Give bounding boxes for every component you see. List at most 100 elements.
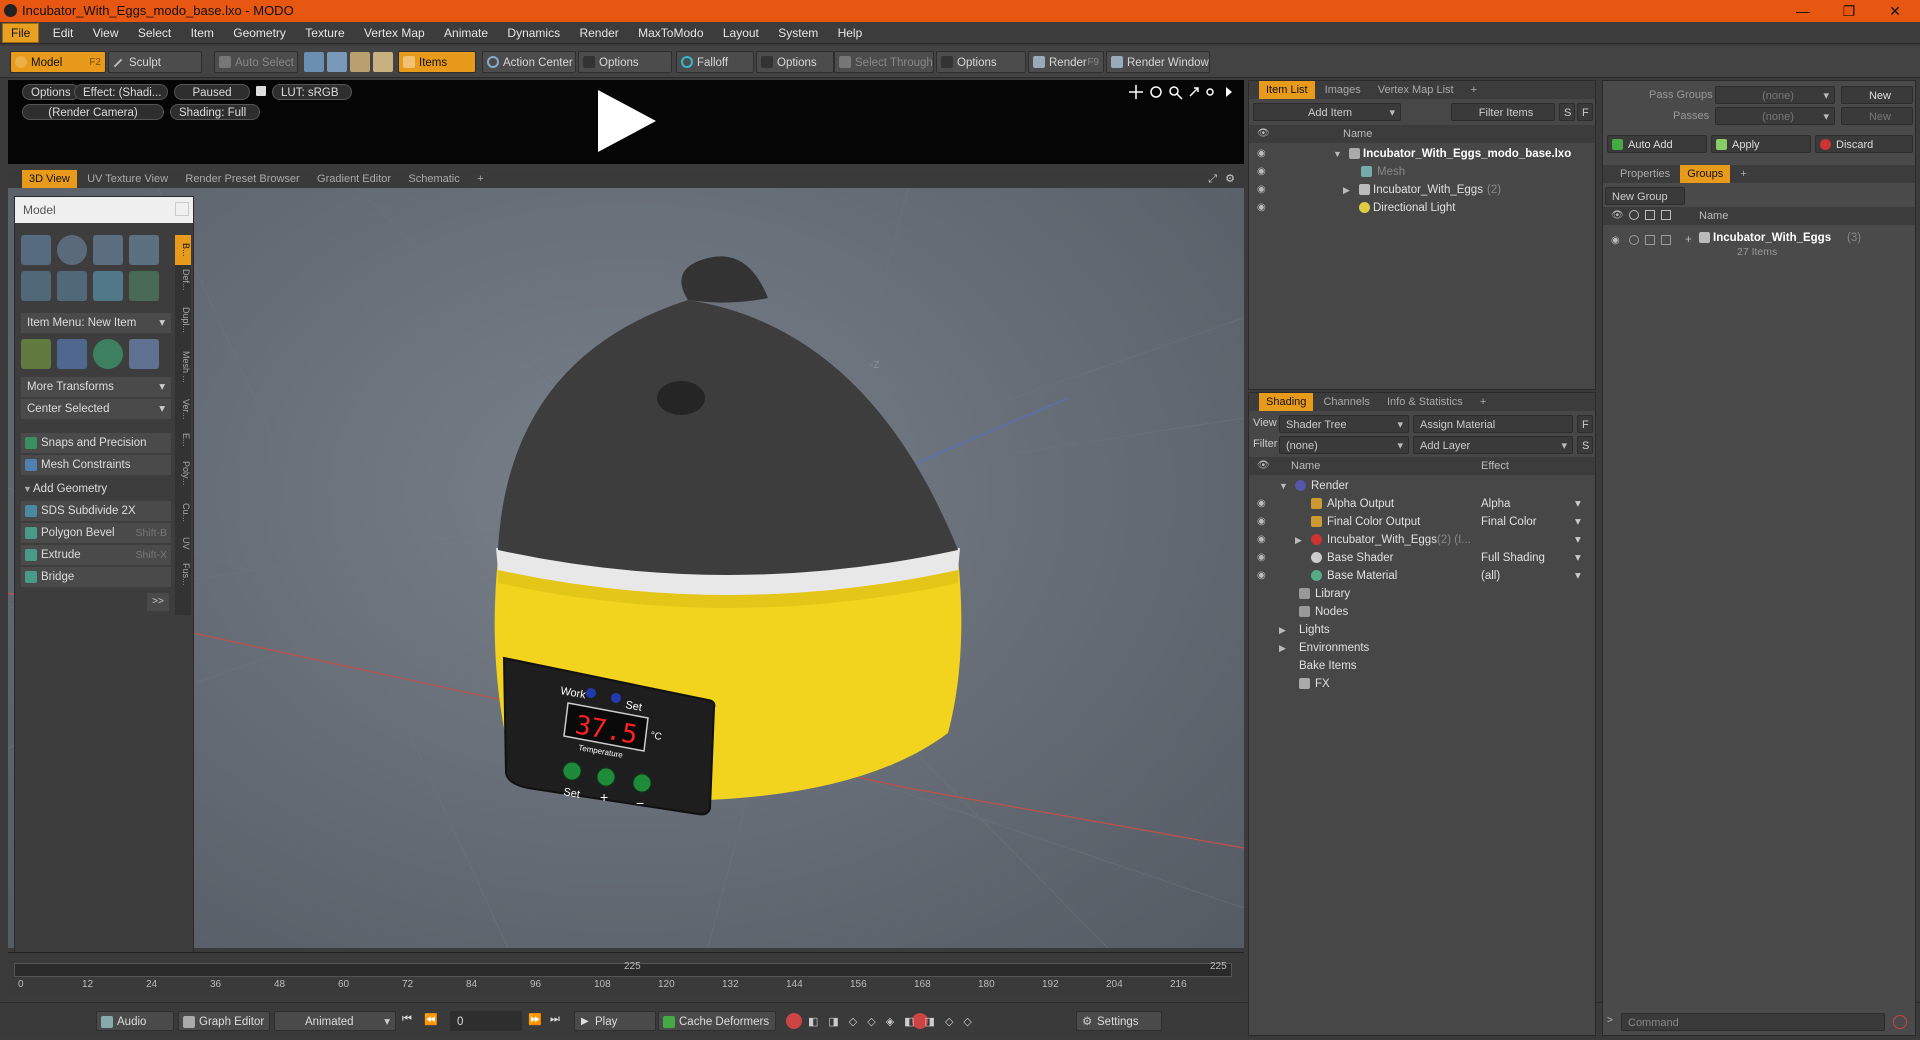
- next-key-icon[interactable]: ⏩: [528, 1013, 544, 1029]
- set-knob[interactable]: [562, 761, 582, 781]
- eye-icon[interactable]: ◉: [1257, 166, 1269, 178]
- torus-icon[interactable]: [21, 271, 51, 301]
- eye-icon[interactable]: ◉: [1257, 148, 1269, 160]
- items-mode-button[interactable]: Items: [398, 51, 476, 73]
- tab-item-list[interactable]: Item List: [1259, 81, 1315, 99]
- maximize-icon[interactable]: ❐: [1826, 0, 1872, 22]
- expand-arrow-icon[interactable]: ▶: [1343, 181, 1350, 199]
- shader-row-incubator[interactable]: ◉ ▶ Incubator_With_Eggs (2) (I... ▾: [1249, 531, 1595, 549]
- shader-tree-dropdown[interactable]: Shader Tree: [1279, 415, 1409, 434]
- preview-options-button[interactable]: Options: [22, 84, 80, 100]
- play-icon[interactable]: [590, 86, 660, 156]
- tab-render-preset-browser[interactable]: Render Preset Browser: [178, 170, 306, 188]
- side-tab-fusion[interactable]: Fus...: [175, 563, 191, 599]
- plane-icon[interactable]: [129, 339, 159, 369]
- side-tab-polygon[interactable]: Poly...: [175, 461, 191, 499]
- new-pass-button[interactable]: New: [1841, 107, 1913, 125]
- passes-dropdown[interactable]: (none): [1715, 107, 1835, 126]
- add-layer-dropdown[interactable]: Add Layer: [1413, 436, 1573, 455]
- side-tab-curve[interactable]: Cu...: [175, 503, 191, 533]
- expand-arrow-icon[interactable]: ▼: [1279, 477, 1288, 495]
- side-tab-mesh[interactable]: Mesh ...: [175, 351, 191, 395]
- render-window-button[interactable]: Render Window: [1106, 51, 1210, 73]
- menu-vertex-map[interactable]: Vertex Map: [356, 22, 433, 44]
- side-tab-duplicate[interactable]: Dupl...: [175, 307, 191, 347]
- shader-row-final-color[interactable]: ◉ Final Color Output Final Color ▾: [1249, 513, 1595, 531]
- falloff-options-button[interactable]: Options: [756, 51, 834, 73]
- menu-texture[interactable]: Texture: [297, 22, 352, 44]
- tab-images[interactable]: Images: [1318, 81, 1368, 99]
- mesh-constraints-button[interactable]: Mesh Constraints: [21, 455, 171, 475]
- plus-knob[interactable]: [596, 767, 616, 787]
- timeline[interactable]: 0 12 24 36 48 60 72 84 96 108 120 132 14…: [8, 952, 1244, 994]
- item-menu-dropdown[interactable]: Item Menu: New Item: [21, 313, 171, 333]
- shader-row-base-material[interactable]: ◉ Base Material (all) ▾: [1249, 567, 1595, 585]
- settings-button[interactable]: ⚙ Settings: [1076, 1011, 1162, 1031]
- assign-material-button[interactable]: Assign Material: [1413, 415, 1573, 433]
- pass-groups-dropdown[interactable]: (none): [1715, 86, 1835, 105]
- cylinder-icon[interactable]: [93, 235, 123, 265]
- expand-arrow-icon[interactable]: ▶: [1279, 639, 1286, 657]
- auto-add-button[interactable]: Auto Add: [1607, 135, 1707, 153]
- select-through-button[interactable]: Select Through: [834, 51, 934, 73]
- go-start-icon[interactable]: ⏮: [402, 1013, 418, 1029]
- pen-icon[interactable]: [93, 271, 123, 301]
- sculpt-mode-button[interactable]: Sculpt: [108, 51, 202, 73]
- tab-schematic[interactable]: Schematic: [401, 170, 466, 188]
- tab-3d-view[interactable]: 3D View: [22, 170, 77, 188]
- new-pass-group-button[interactable]: New: [1841, 86, 1913, 104]
- render-toggle-icon[interactable]: [1629, 235, 1639, 245]
- preview-effect-dropdown[interactable]: Effect: (Shadi...: [74, 84, 168, 100]
- polygon-bevel-button[interactable]: Polygon Bevel Shift-B: [21, 523, 171, 543]
- add-item-dropdown[interactable]: Add Item: [1253, 103, 1401, 122]
- side-tab-basic[interactable]: B...: [175, 235, 191, 265]
- record-icon[interactable]: [786, 1013, 802, 1029]
- effect-dropdown[interactable]: (all): [1481, 567, 1500, 585]
- add-panel-tab[interactable]: +: [1473, 393, 1493, 411]
- panel-close-icon[interactable]: [175, 202, 189, 216]
- lut-dropdown[interactable]: LUT: sRGB: [272, 84, 352, 100]
- preview-paused-button[interactable]: Paused: [174, 84, 250, 100]
- filter-dropdown[interactable]: (none): [1279, 436, 1409, 455]
- timeline-track[interactable]: [14, 963, 1232, 977]
- frame-input[interactable]: 0: [450, 1011, 522, 1031]
- filter-items-input[interactable]: Filter Items: [1451, 103, 1555, 121]
- side-tab-uv[interactable]: UV: [175, 537, 191, 559]
- sphere-icon[interactable]: [57, 235, 87, 265]
- incubator-dome[interactable]: [498, 300, 958, 575]
- expand-arrow-icon[interactable]: ▶: [1295, 531, 1302, 549]
- name-column[interactable]: Name: [1291, 457, 1320, 475]
- tab-shading[interactable]: Shading: [1259, 393, 1314, 411]
- center-selected-dropdown[interactable]: Center Selected: [21, 399, 171, 419]
- select-materials-icon[interactable]: [373, 52, 393, 72]
- preview-nav-icons[interactable]: [1128, 84, 1238, 100]
- animated-dropdown[interactable]: Animated ▾: [274, 1011, 396, 1031]
- tree-row-light[interactable]: ◉ Directional Light: [1249, 199, 1595, 217]
- minus-knob[interactable]: [632, 773, 652, 793]
- tab-channels[interactable]: Channels: [1316, 393, 1376, 411]
- menu-file[interactable]: File: [2, 23, 40, 43]
- render-preview[interactable]: Options Effect: (Shadi... Paused LUT: sR…: [8, 80, 1244, 164]
- transform-icon[interactable]: [21, 339, 51, 369]
- add-geometry-header[interactable]: ▼ Add Geometry: [21, 479, 171, 499]
- add-panel-tab[interactable]: +: [1464, 81, 1484, 99]
- command-history-icon[interactable]: [1893, 1015, 1907, 1029]
- eye-icon[interactable]: ◉: [1257, 202, 1269, 214]
- tab-vertex-map-list[interactable]: Vertex Map List: [1371, 81, 1461, 99]
- eye-icon[interactable]: ◉: [1257, 184, 1269, 196]
- eye-icon[interactable]: ◉: [1257, 552, 1269, 564]
- menu-animate[interactable]: Animate: [436, 22, 496, 44]
- effect-dropdown[interactable]: Final Color: [1481, 513, 1537, 531]
- side-tab-deform[interactable]: Def...: [175, 269, 191, 303]
- camera-dropdown[interactable]: (Render Camera): [22, 104, 164, 120]
- add-panel-tab[interactable]: +: [1733, 165, 1753, 183]
- render-button[interactable]: Render F9: [1028, 51, 1104, 73]
- shader-row-fx[interactable]: FX: [1249, 675, 1595, 693]
- new-group-button[interactable]: New Group: [1605, 187, 1685, 205]
- auto-select-button[interactable]: Auto Select: [214, 51, 298, 73]
- action-center-options-button[interactable]: Options: [578, 51, 672, 73]
- s-toggle[interactable]: S: [1577, 436, 1593, 454]
- select-vertices-icon[interactable]: [304, 52, 324, 72]
- graph-editor-button[interactable]: Graph Editor: [178, 1011, 270, 1031]
- shader-row-library[interactable]: Library: [1249, 585, 1595, 603]
